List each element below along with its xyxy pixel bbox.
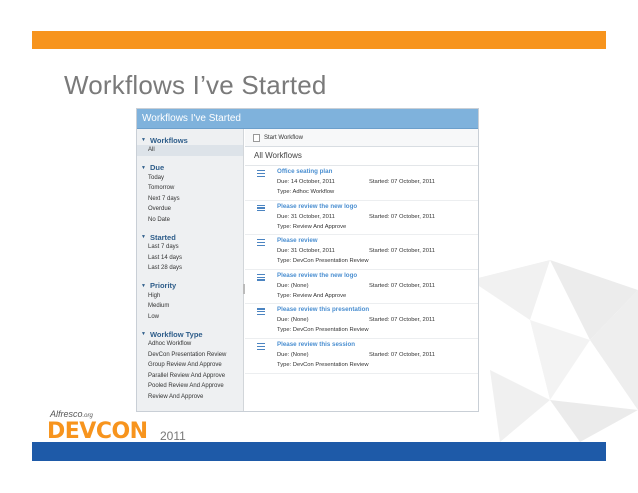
workflow-row[interactable]: Please review this session Due: (None) Sta…	[245, 339, 478, 374]
filter-group-label: Workflows	[149, 135, 188, 145]
workflow-due: Due: (None)	[277, 282, 309, 289]
filter-item[interactable]: Next 7 days	[137, 194, 243, 205]
workflow-title[interactable]: Please review this presentation	[277, 306, 369, 313]
workflow-list-icon	[257, 239, 265, 247]
workflow-started: Started: 07 October, 2011	[369, 282, 435, 289]
filter-item[interactable]: Last 14 days	[137, 253, 243, 264]
filter-item[interactable]: Overdue	[137, 204, 243, 215]
filter-item[interactable]: Last 7 days	[137, 242, 243, 253]
workflow-list-panel: Start Workflow All Workflows Office seat…	[245, 129, 478, 411]
window-header: Workflows I've Started	[137, 109, 478, 129]
workflow-list-icon	[257, 204, 265, 213]
workflow-list-icon	[257, 308, 265, 316]
workflow-type: Type: Review And Approve	[277, 292, 347, 299]
workflow-title[interactable]: Please review the new logo	[277, 203, 357, 210]
workflow-row[interactable]: Please review this presentation Due: (Non…	[245, 304, 478, 339]
top-orange-bar	[32, 31, 606, 49]
filter-item[interactable]: DevCon Presentation Review	[137, 350, 243, 361]
filter-item[interactable]: Adhoc Workflow	[137, 339, 243, 350]
workflow-due: Due: 14 October, 2011	[277, 179, 335, 185]
filter-item[interactable]: All	[137, 145, 243, 156]
filter-group-started[interactable]: ▼ Started	[137, 232, 243, 242]
filter-group-due[interactable]: ▼ Due	[137, 163, 243, 173]
filter-groups: ▼ Workflows All ▼ Due Today Tomorrow Next 7 day…	[137, 135, 243, 402]
workflow-started: Started: 07 October, 2011	[369, 351, 435, 358]
workflow-title[interactable]: Office seating plan	[277, 168, 332, 175]
filter-item[interactable]: Review And Approve	[137, 392, 243, 403]
filter-group-label: Started	[149, 232, 176, 242]
workflow-started: Started: 07 October, 2011	[369, 179, 435, 185]
workflow-title[interactable]: Please review the new logo	[277, 272, 357, 279]
filter-item[interactable]: Medium	[137, 301, 243, 312]
workflow-type: Type: DevCon Presentation Review	[277, 327, 369, 334]
toolbar: Start Workflow	[245, 129, 478, 147]
filter-item[interactable]: Low	[137, 312, 243, 323]
workflow-row[interactable]: Please review Due: 31 October, 2011 Starte…	[245, 235, 478, 270]
slide-title: Workflows I’ve Started	[64, 70, 327, 100]
start-workflow-button[interactable]: Start Workflow	[264, 135, 303, 141]
filter-item[interactable]: Group Review And Approve	[137, 360, 243, 371]
collapse-triangle-icon[interactable]: ▼	[141, 234, 146, 240]
workflow-started: Started: 07 October, 2011	[369, 213, 435, 220]
filter-item[interactable]: Pooled Review And Approve	[137, 381, 243, 392]
workflow-started: Started: 07 October, 2011	[369, 317, 435, 324]
workflow-row[interactable]: Please review the new logo Due: 31 Octobe…	[245, 201, 478, 236]
workflow-type: Type: Adhoc Workflow	[277, 189, 335, 195]
collapse-triangle-icon[interactable]: ▼	[141, 137, 146, 143]
workflow-list-icon	[257, 342, 265, 351]
workflow-row[interactable]: Office seating plan Due: 14 October, 2011…	[245, 166, 478, 201]
filter-group-workflows[interactable]: ▼ Workflows	[137, 135, 243, 145]
workflow-started: Started: 07 October, 2011	[369, 248, 435, 255]
filter-item[interactable]: Tomorrow	[137, 183, 243, 194]
filter-group-priority[interactable]: ▼ Priority	[137, 281, 243, 291]
filter-item[interactable]: Today	[137, 173, 243, 184]
filter-item[interactable]: Parallel Review And Approve	[137, 371, 243, 382]
workflow-title[interactable]: Please review	[277, 237, 318, 244]
workflow-due: Due: (None)	[277, 351, 309, 358]
filter-group-label: Priority	[149, 281, 177, 290]
workflow-due: Due: (None)	[277, 317, 309, 324]
collapse-triangle-icon[interactable]: ▼	[141, 283, 146, 289]
devcon-year: 2011	[160, 429, 186, 443]
devcon-logo: Alfresco.org DEVCON 2011	[40, 408, 200, 444]
filter-item[interactable]: Last 28 days	[137, 263, 243, 274]
filter-sidebar: ▼ Workflows All ▼ Due Today Tomorrow Next 7 day…	[137, 129, 244, 411]
workflow-row[interactable]: Please review the new logo Due: (None) Sta…	[245, 270, 478, 305]
workflow-list-icon	[257, 273, 265, 282]
workflow-type: Type: DevCon Presentation Review	[277, 361, 369, 368]
workflow-due: Due: 31 October, 2011	[277, 213, 335, 220]
filter-item[interactable]: High	[137, 291, 243, 302]
collapse-triangle-icon[interactable]: ▼	[141, 331, 146, 337]
list-title: All Workflows	[245, 147, 478, 166]
devcon-wordmark: DEVCON	[47, 419, 148, 444]
filter-group-label: Workflow Type	[149, 329, 203, 339]
filter-item[interactable]: No Date	[137, 215, 243, 226]
filter-group-label: Due	[149, 163, 165, 172]
workflow-title[interactable]: Please review this session	[277, 341, 355, 348]
alfresco-wordmark: Alfresco.org	[50, 409, 93, 419]
workflow-type: Type: Review And Approve	[277, 223, 347, 230]
bottom-blue-bar	[32, 442, 606, 461]
workflow-rows: Office seating plan Due: 14 October, 2011…	[245, 166, 478, 374]
workflows-window: Workflows I've Started ▼ Workflows All ▼ Due…	[136, 108, 479, 412]
filter-group-workflow-type[interactable]: ▼ Workflow Type	[137, 329, 243, 339]
workflow-type: Type: DevCon Presentation Review	[277, 258, 369, 265]
workflow-due: Due: 31 October, 2011	[277, 248, 335, 255]
start-workflow-icon[interactable]	[253, 133, 260, 142]
workflow-list-icon	[257, 170, 265, 178]
collapse-triangle-icon[interactable]: ▼	[141, 165, 146, 171]
